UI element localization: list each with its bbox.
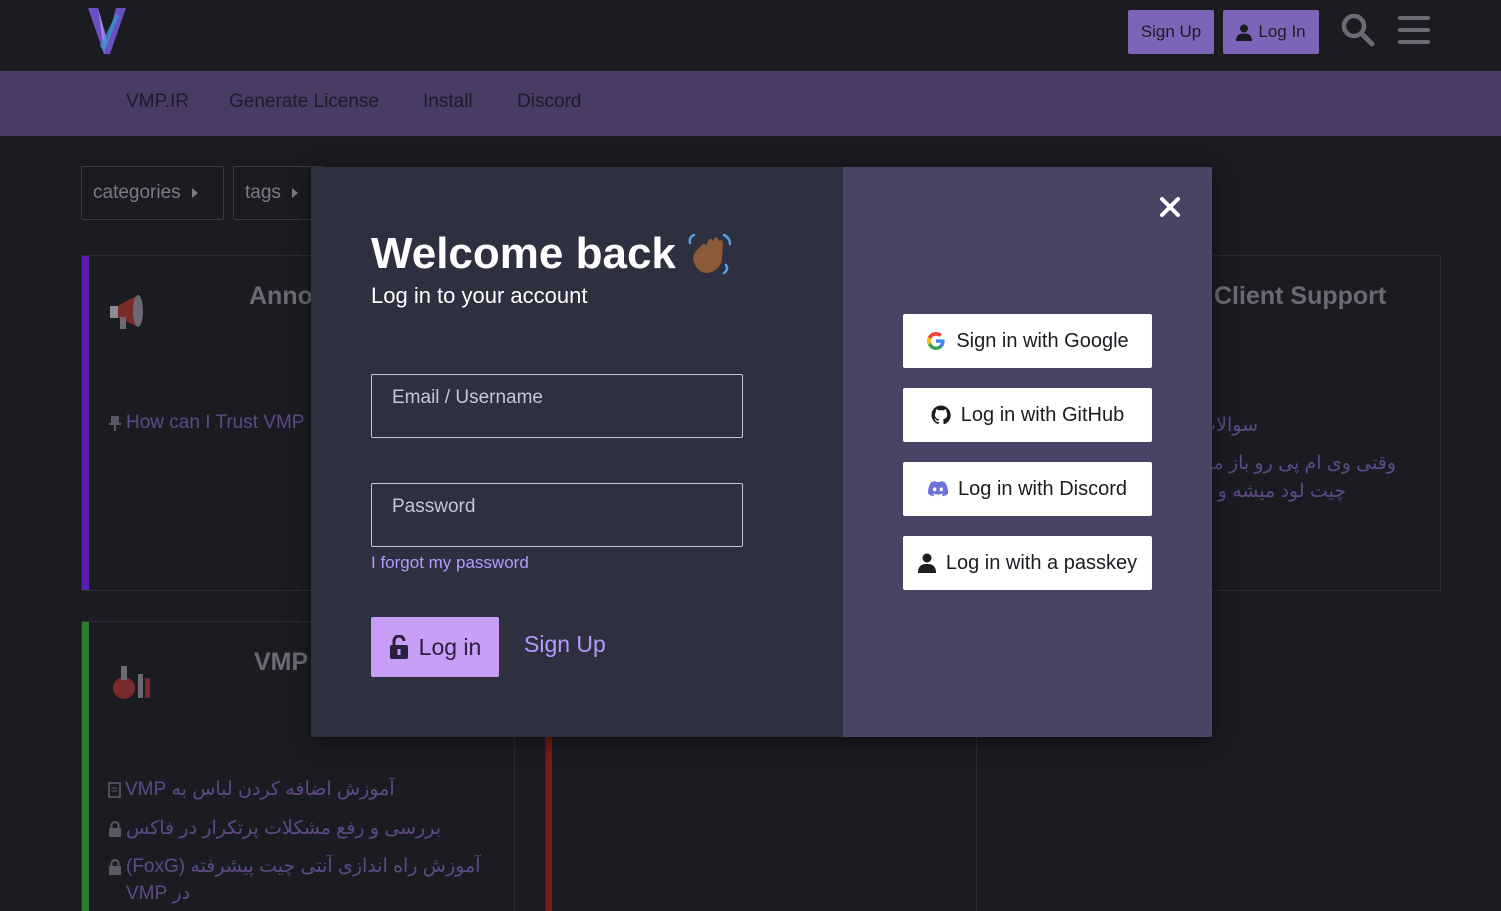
github-login-button[interactable]: Log in with GitHub — [903, 388, 1152, 442]
nav-link-vmp[interactable]: VMP.IR — [126, 91, 189, 113]
unlock-icon — [389, 635, 408, 659]
hamburger-menu-icon[interactable] — [1396, 12, 1432, 48]
user-icon — [1236, 24, 1253, 41]
login-modal: Welcome back Log in to your account Emai… — [311, 167, 1212, 737]
document-icon — [108, 781, 121, 798]
caret-right-icon — [191, 188, 198, 198]
site-header: Sign Up Log In — [0, 0, 1501, 71]
category-title: Client Support — [1214, 282, 1387, 310]
lock-icon — [109, 820, 121, 837]
topic-item[interactable]: How can I Trust VMP — [108, 412, 304, 434]
nav-link-install[interactable]: Install — [423, 91, 473, 113]
lock-icon — [109, 858, 121, 875]
discord-login-button[interactable]: Log in with Discord — [903, 462, 1152, 516]
nav-link-discord[interactable]: Discord — [517, 91, 581, 113]
topic-item[interactable]: آموزش راه اندازی آنتی چیت پیشرفته (FoxG) — [108, 855, 480, 878]
category-title: VMP — [254, 648, 309, 676]
forgot-password-link[interactable]: I forgot my password — [371, 553, 529, 573]
custom-nav-bar: VMP.IR Generate License Install Discord — [0, 71, 1501, 136]
topic-item-continued: در VMP — [126, 883, 191, 904]
github-icon — [931, 405, 951, 425]
header-signup-button[interactable]: Sign Up — [1128, 10, 1214, 54]
search-icon[interactable] — [1340, 12, 1376, 48]
social-login-panel: Sign in with Google Log in with GitHub L… — [843, 167, 1212, 737]
waving-hand-icon — [688, 233, 732, 275]
discord-icon — [928, 481, 949, 497]
site-logo[interactable] — [86, 6, 128, 56]
nav-link-generate-license[interactable]: Generate License — [229, 91, 379, 113]
category-title: Anno — [249, 282, 313, 310]
email-username-field[interactable]: Email / Username — [371, 374, 743, 438]
passkey-login-button[interactable]: Log in with a passkey — [903, 536, 1152, 590]
google-icon — [927, 332, 945, 350]
categories-dropdown[interactable]: categories — [81, 166, 224, 220]
topic-item[interactable]: آموزش اضافه کردن لباس به VMP — [108, 778, 395, 801]
topic-item[interactable]: بررسی و رفع مشکلات پرتکرار در فاکس — [108, 817, 441, 840]
pin-icon — [109, 416, 121, 431]
category-color-bar — [82, 256, 89, 590]
login-form-panel: Welcome back Log in to your account Emai… — [311, 167, 843, 737]
megaphone-icon — [110, 295, 143, 329]
close-icon[interactable] — [1158, 195, 1182, 219]
modal-signup-link[interactable]: Sign Up — [524, 631, 606, 658]
header-login-button[interactable]: Log In — [1223, 10, 1319, 54]
password-placeholder: Password — [392, 496, 476, 517]
google-login-button[interactable]: Sign in with Google — [903, 314, 1152, 368]
tags-dropdown[interactable]: tags — [233, 166, 323, 220]
password-field[interactable]: Password — [371, 483, 743, 547]
category-color-bar — [82, 622, 89, 911]
email-username-placeholder: Email / Username — [392, 387, 543, 408]
lab-flask-icon — [113, 666, 150, 699]
modal-title: Welcome back — [371, 229, 734, 279]
login-button[interactable]: Log in — [371, 617, 499, 677]
topic-item[interactable]: چیت لود میشه و — [1218, 480, 1346, 503]
caret-right-icon — [291, 188, 298, 198]
user-icon — [917, 553, 936, 573]
modal-subtitle: Log in to your account — [371, 283, 588, 308]
